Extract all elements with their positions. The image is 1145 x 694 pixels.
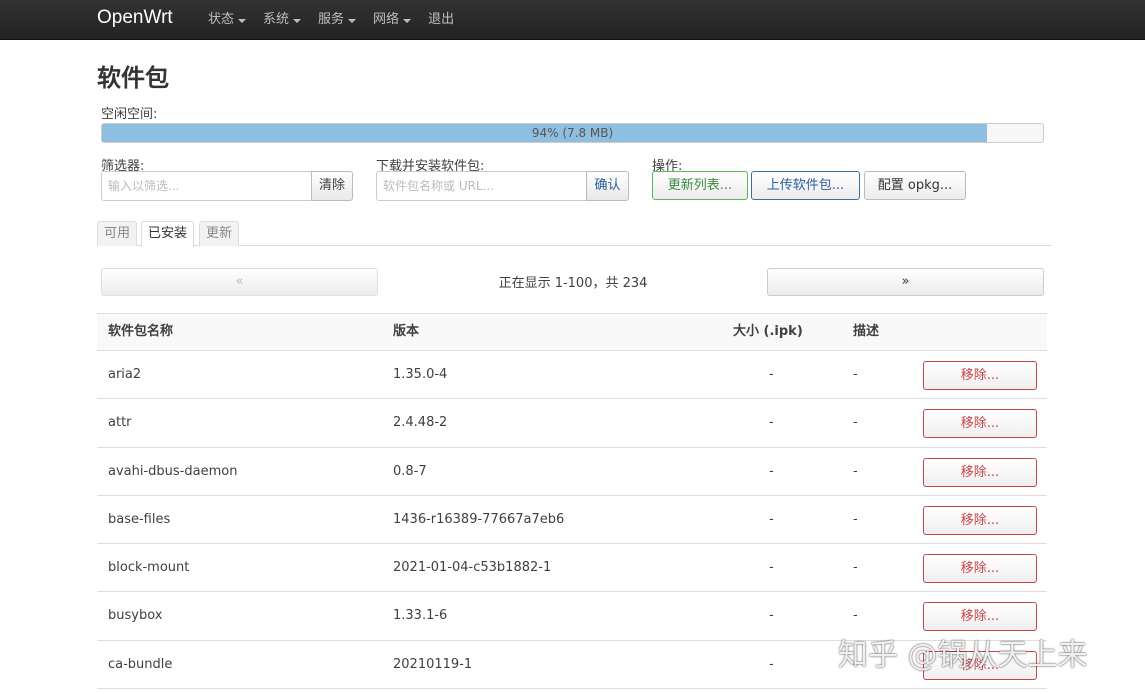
remove-button[interactable]: 移除... [923,505,1037,535]
package-name: busybox [108,608,163,624]
package-name: ca-bundle [108,656,173,672]
remove-button[interactable]: 移除... [923,602,1037,632]
table-row: base-files 1436-r16389-77667a7eb6 - - 移除… [97,496,1047,545]
menu-label: 网络 [373,12,400,27]
menu-system[interactable]: 系统 [263,0,302,40]
configure-opkg-button[interactable]: 配置 opkg... [864,171,966,200]
package-description: - [853,511,858,527]
package-size: - [769,656,774,672]
package-name: attr [108,415,132,431]
package-name: base-files [108,511,171,527]
package-name: block-mount [108,560,190,576]
header-version: 版本 [393,324,420,339]
package-size: - [769,367,774,382]
tabs-divider [97,245,1052,246]
watermark: 知乎 @锅从天上来 [838,638,1088,673]
remove-button[interactable]: 移除... [923,409,1037,439]
tab-available[interactable]: 可用 [97,221,138,246]
next-page-button[interactable]: » [767,268,1044,296]
package-version: 2021-01-04-c53b1882-1 [393,560,552,576]
caret-down-icon [293,19,302,23]
update-lists-button[interactable]: 更新列表... [652,171,748,200]
menu-label: 服务 [318,12,345,27]
package-version: 2.4.48-2 [393,415,448,431]
prev-page-button[interactable]: « [101,268,378,296]
confirm-install-button[interactable]: 确认 [586,171,629,201]
menu-label: 状态 [208,12,235,27]
menu-network[interactable]: 网络 [373,0,412,40]
table-header: 软件包名称 版本 大小 (.ipk) 描述 [97,313,1047,351]
package-version: 1436-r16389-77667a7eb6 [393,511,565,527]
caret-down-icon [348,19,357,23]
package-description: - [853,560,858,576]
table-row: avahi-dbus-daemon 0.8-7 - - 移除... [97,447,1047,496]
header-description: 描述 [853,324,880,339]
tab-installed[interactable]: 已安装 [141,221,195,247]
progress-text: 94% (7.8 MB) [531,126,614,140]
table-row: aria2 1.35.0-4 - - 移除... [97,351,1047,400]
page-title: 软件包 [97,64,169,92]
free-space-label: 空闲空间: [101,107,158,122]
free-space-progress-bar: 94% (7.8 MB) [101,123,1044,143]
package-version: 0.8-7 [393,463,427,479]
menu-services[interactable]: 服务 [318,0,357,40]
main-menu: 状态 系统 服务 网络 退出 [208,0,471,40]
menu-label: 退出 [428,12,455,27]
header-size: 大小 (.ipk) [733,324,803,339]
menu-status[interactable]: 状态 [208,0,247,40]
tab-updates[interactable]: 更新 [199,221,240,246]
package-description: - [853,463,858,479]
header-name: 软件包名称 [108,324,174,339]
remove-button[interactable]: 移除... [923,554,1037,584]
remove-button[interactable]: 移除... [923,361,1037,390]
package-size: - [769,463,774,479]
package-size: - [769,415,774,431]
package-url-input[interactable]: 软件包名称或 URL... [376,171,587,201]
menu-logout[interactable]: 退出 [428,0,454,40]
caret-down-icon [238,19,247,23]
package-size: - [769,560,774,576]
clear-filter-button[interactable]: 清除 [311,171,353,201]
caret-down-icon [403,19,412,23]
table-row: attr 2.4.48-2 - - 移除... [97,399,1047,448]
package-name: aria2 [108,367,142,382]
package-version: 1.33.1-6 [393,608,448,624]
package-version: 1.35.0-4 [393,367,448,382]
package-name: avahi-dbus-daemon [108,463,238,479]
package-version: 20210119-1 [393,656,473,672]
pager-status: 正在显示 1-100，共 234 [498,276,648,291]
package-description: - [853,415,858,431]
filter-input[interactable]: 输入以筛选... [101,171,312,201]
upload-package-button[interactable]: 上传软件包... [751,171,860,200]
package-size: - [769,608,774,624]
package-size: - [769,511,774,527]
menu-label: 系统 [263,12,290,27]
top-navbar: OpenWrt 状态 系统 服务 网络 退出 [0,0,1145,40]
brand-logo[interactable]: OpenWrt [97,7,173,29]
package-description: - [853,367,858,382]
table-row: block-mount 2021-01-04-c53b1882-1 - - 移除… [97,544,1047,593]
remove-button[interactable]: 移除... [923,457,1037,487]
